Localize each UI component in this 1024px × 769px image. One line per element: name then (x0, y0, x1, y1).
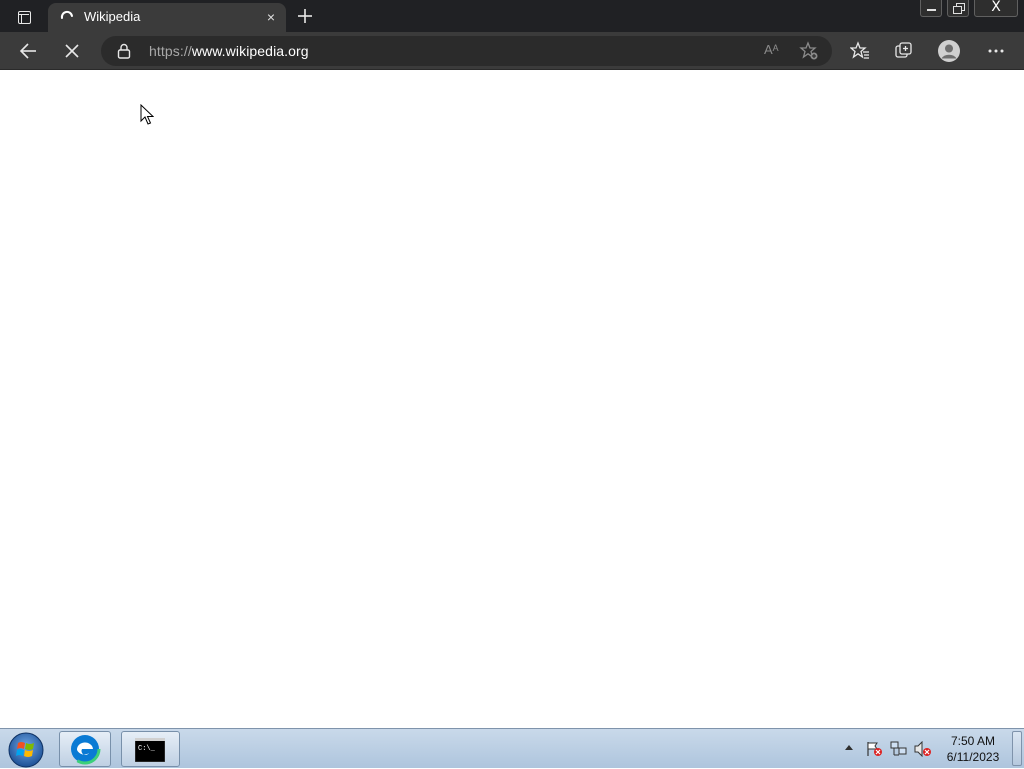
tab-title: Wikipedia (84, 9, 141, 24)
profile-icon (938, 40, 960, 62)
more-button[interactable] (982, 37, 1010, 65)
network-icon[interactable] (890, 741, 908, 757)
restore-button[interactable] (947, 0, 969, 17)
browser-toolbar: https://www.wikipedia.org Aᴬ (0, 32, 1024, 70)
more-icon (988, 49, 1004, 53)
tab-actions-button[interactable] (8, 6, 40, 28)
new-tab-icon[interactable] (294, 5, 316, 27)
url-host: www.wikipedia.org (191, 43, 309, 59)
back-button[interactable] (14, 37, 42, 65)
url-scheme: https:// (149, 43, 192, 59)
page-content[interactable] (0, 71, 1024, 728)
show-hidden-icons-icon[interactable] (845, 745, 853, 750)
read-aloud-icon[interactable]: Aᴬ (764, 42, 784, 60)
tab-actions-icon (17, 10, 31, 24)
clock-time: 7:50 AM (950, 734, 996, 748)
action-center-flag-icon[interactable] (865, 741, 883, 757)
tab-close-icon[interactable]: × (262, 8, 280, 26)
favorites-button[interactable] (846, 37, 874, 65)
profile-button[interactable] (935, 37, 963, 65)
favorites-icon (850, 41, 869, 59)
address-bar[interactable]: https://www.wikipedia.org Aᴬ (101, 36, 832, 66)
minimize-button[interactable] (920, 0, 942, 17)
window-controls: X (915, 0, 1018, 18)
close-window-button[interactable]: X (974, 0, 1018, 17)
collections-icon (895, 42, 912, 58)
close-icon: X (991, 0, 1001, 15)
url-text[interactable]: https://www.wikipedia.org (149, 43, 309, 59)
tab-strip: Wikipedia × X (0, 0, 1024, 32)
add-favorite-icon[interactable] (799, 41, 819, 61)
show-desktop-button[interactable] (1012, 731, 1022, 766)
taskbar-cmd-button[interactable]: C:\_ (121, 731, 180, 767)
system-clock[interactable]: 7:50 AM 6/11/2023 (940, 733, 1006, 765)
stop-loading-button[interactable] (58, 37, 86, 65)
mouse-cursor-icon (140, 104, 154, 125)
loading-spinner-icon (60, 10, 73, 19)
collections-button[interactable] (890, 37, 918, 65)
edge-icon (69, 733, 101, 765)
start-orb-icon[interactable] (7, 731, 45, 769)
volume-muted-icon[interactable] (914, 741, 932, 757)
tab-wikipedia[interactable]: Wikipedia × (48, 3, 286, 32)
svg-text:C:\_: C:\_ (138, 745, 156, 753)
command-prompt-icon: C:\_ (135, 738, 165, 762)
taskbar: C:\_ 7:50 AM 6/11/2023 (0, 728, 1024, 768)
clock-date: 6/11/2023 (946, 750, 1000, 764)
stop-icon (65, 44, 79, 58)
taskbar-edge-button[interactable] (59, 731, 111, 767)
lock-icon[interactable] (117, 43, 131, 59)
back-arrow-icon (19, 43, 36, 59)
